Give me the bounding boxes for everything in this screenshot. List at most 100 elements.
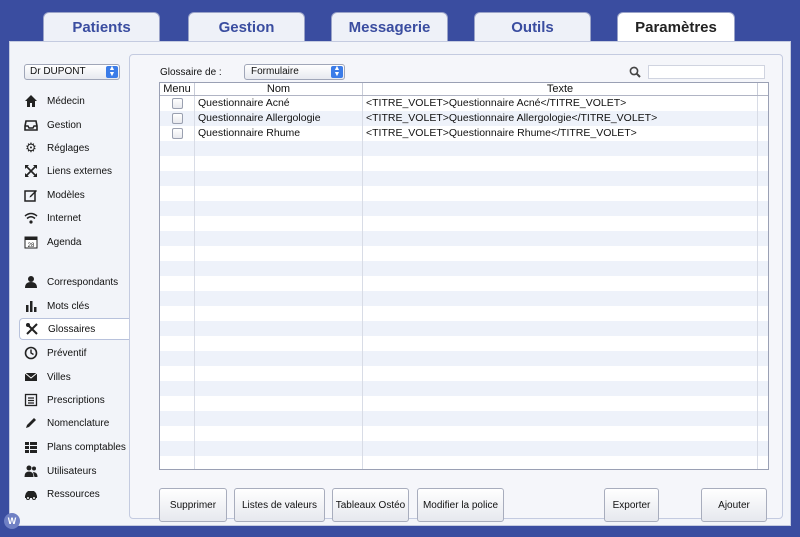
- empty-row: [160, 261, 768, 276]
- app-logo: W: [4, 513, 20, 529]
- pencil-icon: [23, 415, 39, 431]
- sidebar-item-correspondants[interactable]: Correspondants: [19, 271, 130, 293]
- sidebar-item-mots-cles[interactable]: Mots clés: [19, 295, 130, 317]
- ajouter-button[interactable]: Ajouter: [701, 488, 767, 522]
- bar-chart-icon: [23, 298, 39, 314]
- empty-row: [160, 216, 768, 231]
- sidebar-item-internet[interactable]: Internet: [19, 207, 130, 229]
- clock-icon: [23, 345, 39, 361]
- empty-row: [160, 306, 768, 321]
- sidebar-item-gestion[interactable]: Gestion: [19, 114, 130, 136]
- empty-row: [160, 411, 768, 426]
- empty-row: [160, 366, 768, 381]
- empty-row: [160, 441, 768, 456]
- column-header-nom[interactable]: Nom: [195, 83, 363, 95]
- main-panel: Dr DUPONT ▲ ▼ Médecin Gestion ⚙ Réglages …: [9, 41, 791, 526]
- sidebar-item-reglages[interactable]: ⚙ Réglages: [19, 137, 130, 159]
- sidebar-item-label: Liens externes: [47, 165, 113, 177]
- glossary-content: Glossaire de : Formulaire ▲ ▼ Menu Nom Te…: [129, 54, 783, 522]
- sidebar-item-label: Gestion: [47, 119, 82, 131]
- tab-parametres[interactable]: Paramètres: [617, 12, 735, 41]
- sidebar-item-prescriptions[interactable]: Prescriptions: [19, 389, 130, 411]
- empty-row: [160, 456, 768, 469]
- menu-checkbox[interactable]: [171, 98, 183, 109]
- sidebar-item-preventif[interactable]: Préventif: [19, 342, 130, 364]
- table-icon: [23, 439, 39, 455]
- sidebar-item-glossaires[interactable]: Glossaires: [19, 318, 131, 340]
- sidebar-item-label: Villes: [47, 371, 71, 383]
- sidebar-item-label: Internet: [47, 212, 81, 224]
- search-icon[interactable]: [629, 66, 641, 78]
- empty-row: [160, 156, 768, 171]
- supprimer-button[interactable]: Supprimer: [159, 488, 227, 522]
- person-icon: [23, 274, 39, 290]
- table-header: Menu Nom Texte: [160, 83, 768, 96]
- sidebar-item-label: Réglages: [47, 142, 90, 154]
- empty-row: [160, 291, 768, 306]
- modifier-police-button[interactable]: Modifier la police: [417, 488, 504, 522]
- glossary-type-select[interactable]: Formulaire ▲ ▼: [244, 64, 345, 80]
- sidebar-item-label: Nomenclature: [47, 417, 110, 429]
- sidebar-item-label: Agenda: [47, 236, 82, 248]
- sidebar-item-label: Mots clés: [47, 300, 90, 312]
- table-body: Questionnaire Acné <TITRE_VOLET>Question…: [160, 96, 768, 469]
- texte-cell: <TITRE_VOLET>Questionnaire Rhume</TITRE_…: [363, 126, 758, 141]
- texte-cell: <TITRE_VOLET>Questionnaire Allergologie<…: [363, 111, 758, 126]
- exporter-button[interactable]: Exporter: [604, 488, 659, 522]
- glossary-table: Menu Nom Texte Questionnaire Acné <TITRE…: [159, 82, 769, 470]
- empty-row: [160, 381, 768, 396]
- sidebar-item-label: Modèles: [47, 189, 85, 201]
- sidebar-item-label: Médecin: [47, 95, 85, 107]
- list-icon: [23, 392, 39, 408]
- sidebar-item-nomenclature[interactable]: Nomenclature: [19, 412, 130, 434]
- sidebar-item-villes[interactable]: Villes: [19, 366, 130, 388]
- empty-row: [160, 171, 768, 186]
- empty-row: [160, 246, 768, 261]
- glossary-type-value: Formulaire: [251, 66, 299, 77]
- nom-cell: Questionnaire Acné: [195, 96, 363, 111]
- sidebar-item-ressources[interactable]: Ressources: [19, 483, 130, 505]
- column-header-end: [758, 83, 768, 95]
- tab-outils[interactable]: Outils: [474, 12, 591, 42]
- calendar-day: 28: [28, 243, 35, 249]
- sidebar-item-utilisateurs[interactable]: Utilisateurs: [19, 460, 130, 482]
- tab-messagerie[interactable]: Messagerie: [331, 12, 448, 42]
- nom-cell: Questionnaire Allergologie: [195, 111, 363, 126]
- calendar-icon: 28: [23, 234, 39, 250]
- menu-checkbox[interactable]: [171, 128, 183, 139]
- table-row[interactable]: Questionnaire Acné <TITRE_VOLET>Question…: [160, 96, 768, 111]
- sidebar-item-medecin[interactable]: Médecin: [19, 90, 130, 112]
- menu-cell: [160, 111, 195, 126]
- table-row[interactable]: Questionnaire Rhume <TITRE_VOLET>Questio…: [160, 126, 768, 141]
- empty-row: [160, 396, 768, 411]
- doctor-select[interactable]: Dr DUPONT ▲ ▼: [24, 64, 120, 80]
- sidebar-item-plans-comptables[interactable]: Plans comptables: [19, 436, 130, 458]
- menu-checkbox[interactable]: [171, 113, 183, 124]
- sidebar-item-modeles[interactable]: Modèles: [19, 184, 130, 206]
- column-header-menu[interactable]: Menu: [160, 83, 195, 95]
- empty-row: [160, 141, 768, 156]
- menu-cell: [160, 126, 195, 141]
- sidebar-item-agenda[interactable]: 28 Agenda: [19, 231, 130, 253]
- main-tabs: Patients Gestion Messagerie Outils Param…: [0, 12, 800, 42]
- envelope-icon: [23, 369, 39, 385]
- tableaux-osteo-button[interactable]: Tableaux Ostéo: [332, 488, 409, 522]
- expand-arrows-icon: [23, 163, 39, 179]
- tools-icon: [24, 321, 40, 337]
- tab-patients[interactable]: Patients: [43, 12, 160, 42]
- column-header-texte[interactable]: Texte: [363, 83, 758, 95]
- glossary-label: Glossaire de :: [160, 67, 222, 78]
- sidebar-item-label: Prescriptions: [47, 394, 105, 406]
- table-row[interactable]: Questionnaire Allergologie <TITRE_VOLET>…: [160, 111, 768, 126]
- empty-row: [160, 336, 768, 351]
- house-icon: [23, 93, 39, 109]
- wifi-icon: [23, 210, 39, 226]
- listes-valeurs-button[interactable]: Listes de valeurs: [234, 488, 325, 522]
- empty-row: [160, 351, 768, 366]
- search-input[interactable]: [648, 65, 765, 79]
- empty-row: [160, 321, 768, 336]
- sidebar-item-liens-externes[interactable]: Liens externes: [19, 160, 130, 182]
- tab-gestion[interactable]: Gestion: [188, 12, 305, 42]
- empty-row: [160, 186, 768, 201]
- select-arrows-icon: ▲ ▼: [331, 65, 343, 78]
